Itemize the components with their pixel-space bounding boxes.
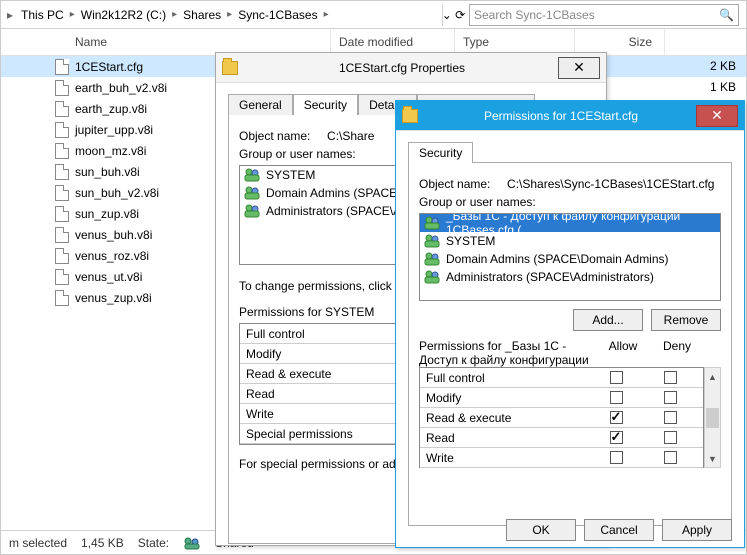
permission-label: Full control: [426, 371, 589, 385]
group-name: SYSTEM: [266, 168, 315, 182]
apply-button[interactable]: Apply: [662, 519, 732, 541]
folder-icon: [222, 61, 238, 75]
breadcrumb-bar: ▸ This PC▸Win2k12R2 (C:)▸Shares▸Sync-1CB…: [1, 1, 746, 29]
chevron-right-icon: ▸: [324, 9, 329, 20]
tab-security[interactable]: Security: [293, 94, 358, 115]
deny-header: Deny: [650, 339, 704, 367]
permission-label: Modify: [426, 391, 589, 405]
search-placeholder: Search Sync-1CBases: [474, 8, 595, 22]
group-listbox[interactable]: _Базы 1C - Доступ к файлу конфигурации 1…: [419, 213, 721, 301]
search-input[interactable]: Search Sync-1CBases 🔍: [469, 4, 739, 26]
object-label: Object name:: [419, 177, 490, 191]
file-icon: [1, 290, 75, 306]
breadcrumb-segment[interactable]: Sync-1CBases: [232, 6, 323, 24]
file-size: 2 KB: [710, 56, 736, 77]
file-icon: [1, 185, 75, 201]
group-icon: [424, 234, 440, 248]
object-label: Object name:: [239, 129, 310, 143]
permissions-table: Full control Modify Read & execute Read Writ…: [419, 367, 704, 468]
properties-title: 1CEStart.cfg Properties: [246, 61, 558, 75]
permission-row: Modify: [420, 388, 703, 408]
group-name: Administrators (SPACE\Administrators): [446, 270, 654, 284]
group-label: Group or user names:: [419, 195, 721, 209]
file-icon: [1, 269, 75, 285]
file-icon: [1, 122, 75, 138]
file-icon: [1, 59, 75, 75]
file-icon: [1, 164, 75, 180]
breadcrumb: This PC▸Win2k12R2 (C:)▸Shares▸Sync-1CBas…: [15, 6, 329, 24]
group-icon: [244, 204, 260, 218]
scrollbar[interactable]: ▲ ▼: [704, 367, 721, 468]
permission-row: Write: [420, 448, 703, 468]
allow-checkbox[interactable]: [610, 371, 623, 384]
permissions-titlebar[interactable]: Permissions for 1CEStart.cfg ✕: [396, 101, 744, 131]
deny-checkbox[interactable]: [664, 371, 677, 384]
file-icon: [1, 143, 75, 159]
tab-security[interactable]: Security: [408, 142, 473, 163]
nav-spacer: ▸: [7, 8, 13, 22]
allow-checkbox[interactable]: [610, 451, 623, 464]
allow-checkbox[interactable]: [610, 431, 623, 444]
permission-row: Read: [420, 428, 703, 448]
allow-checkbox[interactable]: [610, 391, 623, 404]
permission-row: Read & execute: [420, 408, 703, 428]
file-icon: [1, 227, 75, 243]
breadcrumb-segment[interactable]: Win2k12R2 (C:): [75, 6, 172, 24]
permissions-title: Permissions for 1CEStart.cfg: [426, 109, 696, 123]
scroll-up-icon[interactable]: ▲: [705, 368, 720, 385]
group-name: Domain Admins (SPACE\Domain Admins): [446, 252, 669, 266]
group-icon: [424, 252, 440, 266]
breadcrumb-segment[interactable]: This PC: [15, 6, 70, 24]
file-icon: [1, 248, 75, 264]
permissions-dialog: Permissions for 1CEStart.cfg ✕ Security …: [395, 100, 745, 548]
deny-checkbox[interactable]: [664, 391, 677, 404]
tab-general[interactable]: General: [228, 94, 293, 115]
refresh-icon: ⟳: [455, 8, 465, 22]
permission-label: Read: [426, 431, 589, 445]
permissions-header: Permissions for _Базы 1C - Доступ к файл…: [419, 339, 596, 367]
group-name: SYSTEM: [446, 234, 495, 248]
allow-header: Allow: [596, 339, 650, 367]
permission-label: Read & execute: [426, 411, 589, 425]
refresh-button[interactable]: ⌄ ⟳: [442, 4, 464, 26]
scroll-down-icon[interactable]: ▼: [705, 450, 720, 467]
cancel-button[interactable]: Cancel: [584, 519, 654, 541]
status-size: 1,45 KB: [81, 536, 124, 550]
group-icon: [424, 270, 440, 284]
breadcrumb-segment[interactable]: Shares: [177, 6, 227, 24]
search-icon: 🔍: [719, 8, 734, 22]
status-selected: m selected: [9, 536, 67, 550]
file-icon: [1, 101, 75, 117]
group-icon: [244, 186, 260, 200]
object-value: C:\Share: [327, 129, 374, 143]
deny-checkbox[interactable]: [664, 411, 677, 424]
file-icon: [1, 80, 75, 96]
group-icon: [424, 216, 440, 230]
remove-button[interactable]: Remove: [651, 309, 721, 331]
folder-icon: [402, 109, 418, 123]
group-row[interactable]: Administrators (SPACE\Administrators): [420, 268, 720, 286]
shared-icon: [183, 536, 201, 550]
group-icon: [244, 168, 260, 182]
file-icon: [1, 206, 75, 222]
status-state-label: State:: [138, 536, 169, 550]
close-button[interactable]: ✕: [558, 57, 600, 79]
object-value: C:\Shares\Sync-1CBases\1CEStart.cfg: [507, 177, 714, 191]
deny-checkbox[interactable]: [664, 451, 677, 464]
group-row[interactable]: _Базы 1C - Доступ к файлу конфигурации 1…: [420, 214, 720, 232]
ok-button[interactable]: OK: [506, 519, 576, 541]
allow-checkbox[interactable]: [610, 411, 623, 424]
permission-row: Full control: [420, 368, 703, 388]
permission-label: Write: [426, 451, 589, 465]
add-button[interactable]: Add...: [573, 309, 643, 331]
deny-checkbox[interactable]: [664, 431, 677, 444]
close-button[interactable]: ✕: [696, 105, 738, 127]
file-size: 1 KB: [710, 77, 736, 98]
scroll-thumb[interactable]: [706, 408, 719, 428]
properties-titlebar[interactable]: 1CEStart.cfg Properties ✕: [216, 53, 606, 83]
chevron-down-icon: ⌄: [442, 8, 452, 22]
group-row[interactable]: Domain Admins (SPACE\Domain Admins): [420, 250, 720, 268]
